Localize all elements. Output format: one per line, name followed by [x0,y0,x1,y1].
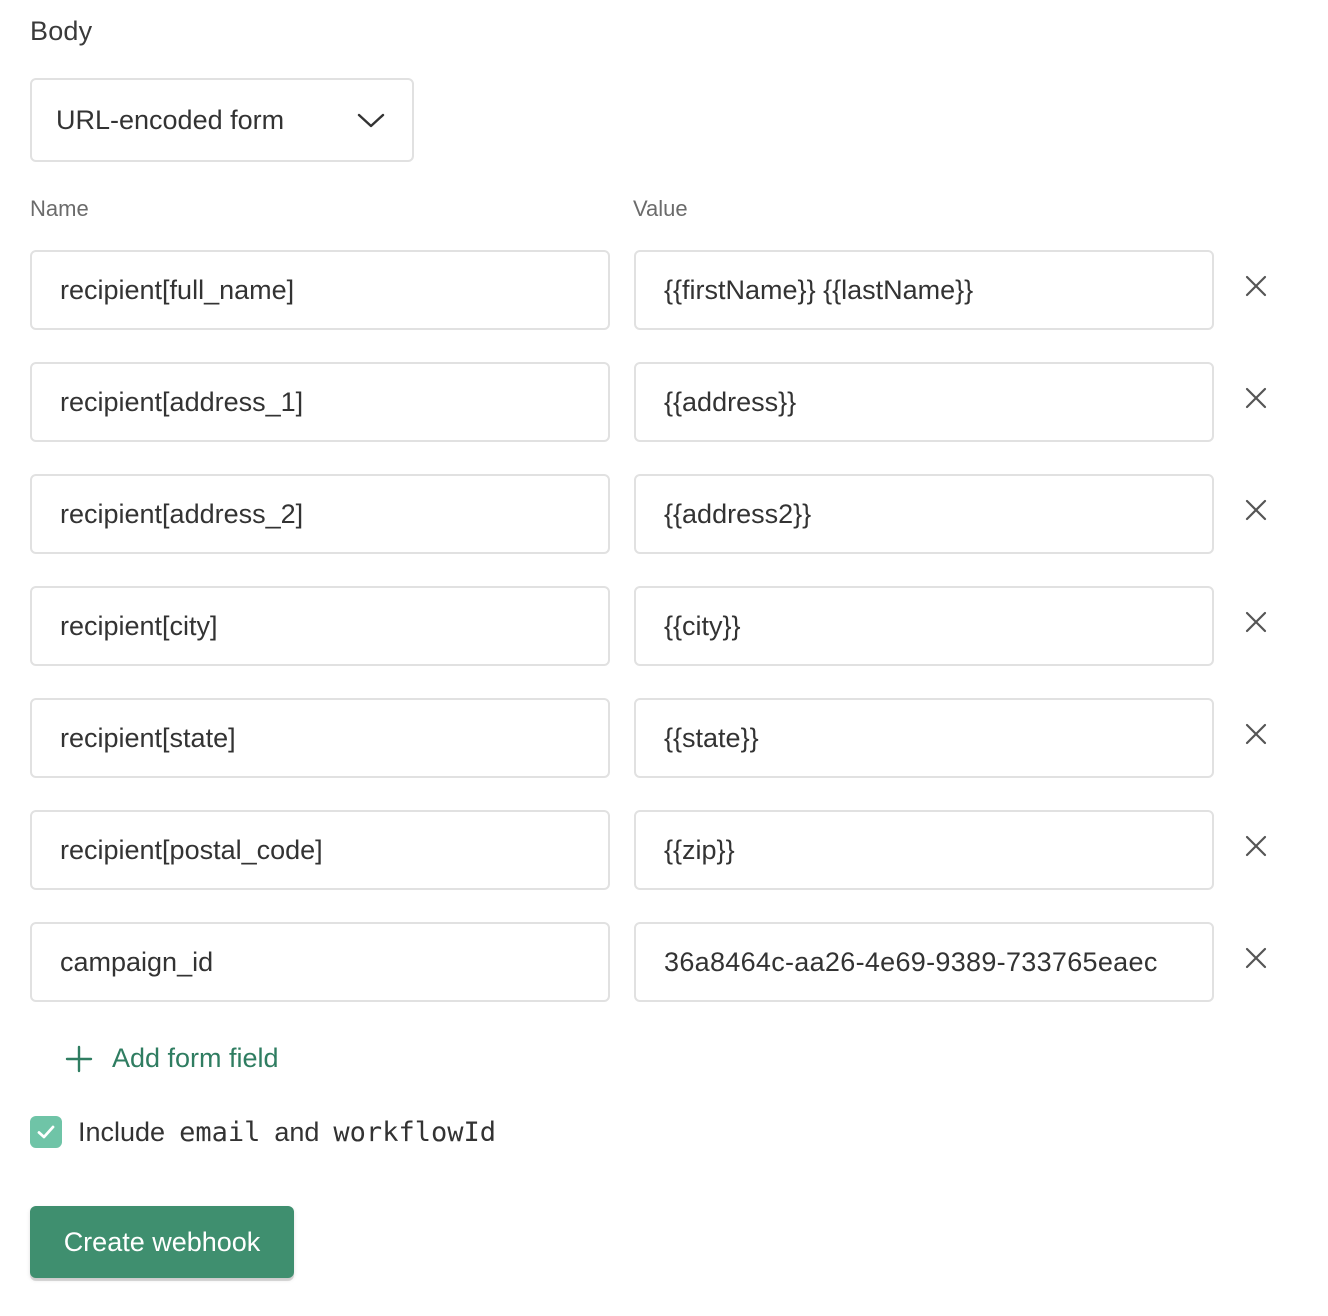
field-name-input[interactable]: recipient[city] [30,586,610,666]
field-value-input[interactable]: {{address2}} [634,474,1214,554]
section-title: Body [30,16,93,46]
check-icon [37,1125,55,1139]
chevron-down-icon [357,113,385,128]
plus-icon [65,1045,93,1072]
form-field-row: recipient[address_2] {{address2}} [30,474,1290,554]
include-option: Include email and workflowId [30,1116,496,1148]
field-value-input[interactable]: {{state}} [634,698,1214,778]
form-field-row: campaign_id 36a8464c-aa26-4e69-9389-7337… [30,922,1290,1002]
field-value-input[interactable]: 36a8464c-aa26-4e69-9389-733765eaec [634,922,1214,1002]
field-name-input[interactable]: recipient[address_1] [30,362,610,442]
form-field-row: recipient[full_name] {{firstName}} {{las… [30,250,1290,330]
field-name-input[interactable]: recipient[state] [30,698,610,778]
field-value-input[interactable]: {{firstName}} {{lastName}} [634,250,1214,330]
close-icon[interactable] [1242,720,1270,748]
field-name-input[interactable]: campaign_id [30,922,610,1002]
value-column-label: Value [633,196,688,221]
close-icon[interactable] [1242,944,1270,972]
add-form-field-button[interactable]: Add form field [64,1043,279,1074]
body-type-select[interactable]: URL-encoded form [30,78,414,162]
form-field-row: recipient[city] {{city}} [30,586,1290,666]
close-icon[interactable] [1242,384,1270,412]
include-code-workflowid: workflowId [333,1116,496,1148]
field-value-input[interactable]: {{address}} [634,362,1214,442]
body-type-value: URL-encoded form [56,104,285,135]
name-column-label: Name [30,196,89,221]
add-form-field-label: Add form field [112,1043,279,1073]
form-field-row: recipient[state] {{state}} [30,698,1290,778]
field-name-input[interactable]: recipient[full_name] [30,250,610,330]
webhook-body-form: Body URL-encoded form Name Value recipie… [0,0,1328,1316]
field-value-input[interactable]: {{city}} [634,586,1214,666]
create-webhook-button[interactable]: Create webhook [30,1206,294,1278]
close-icon[interactable] [1242,272,1270,300]
field-value-input[interactable]: {{zip}} [634,810,1214,890]
close-icon[interactable] [1242,496,1270,524]
close-icon[interactable] [1242,608,1270,636]
include-middle: and [274,1116,320,1147]
include-prefix: Include [78,1116,166,1147]
field-name-input[interactable]: recipient[address_2] [30,474,610,554]
form-field-row: recipient[address_1] {{address}} [30,362,1290,442]
include-code-email: email [179,1116,261,1148]
form-field-row: recipient[postal_code] {{zip}} [30,810,1290,890]
close-icon[interactable] [1242,832,1270,860]
include-checkbox[interactable] [30,1116,62,1148]
field-name-input[interactable]: recipient[postal_code] [30,810,610,890]
